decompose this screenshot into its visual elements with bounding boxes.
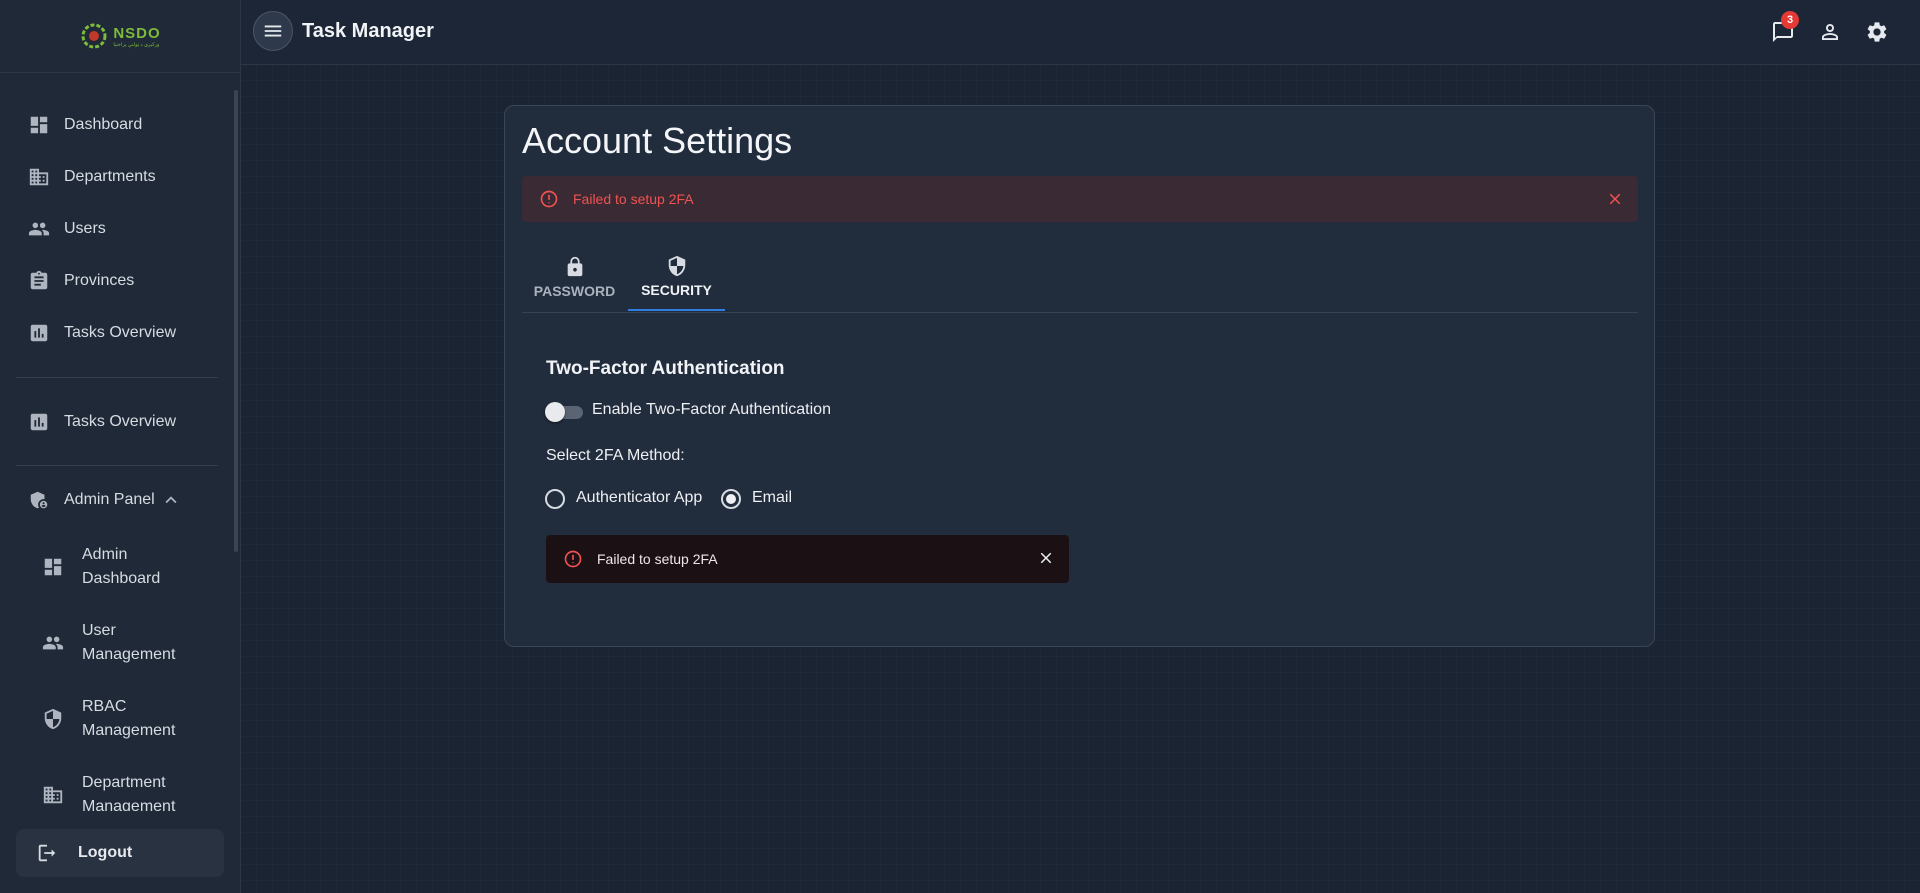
- menu-button[interactable]: [253, 11, 293, 51]
- logo-area: NSDO ورکیږي د ټولنې پراختیا: [0, 0, 240, 73]
- bar-chart-icon: [30, 324, 48, 342]
- sidebar-divider: [16, 377, 218, 378]
- profile-button[interactable]: [1818, 20, 1842, 44]
- sidebar-item-label: RBAC Management: [82, 698, 176, 739]
- radio-email[interactable]: [721, 489, 741, 509]
- error-alert-inline: Failed to setup 2FA: [546, 535, 1069, 583]
- sidebar-item-tasks-overview-secondary[interactable]: Tasks Overview: [16, 400, 220, 444]
- sidebar-item-users[interactable]: Users: [16, 207, 220, 251]
- dashboard-icon: [44, 558, 62, 576]
- admin-shield-icon: [30, 491, 48, 509]
- tab-label: PASSWORD: [533, 283, 616, 299]
- settings-button[interactable]: [1865, 20, 1889, 44]
- logo-icon: [81, 23, 107, 49]
- building-icon: [29, 168, 49, 186]
- hamburger-menu-icon: [264, 25, 282, 37]
- tab-security[interactable]: SECURITY: [628, 244, 725, 311]
- sidebar-item-label: User Management: [82, 622, 176, 663]
- shield-icon: [44, 708, 62, 730]
- sidebar-item-admin-dashboard[interactable]: Admin Dashboard: [42, 543, 232, 591]
- nav-scroll[interactable]: Dashboard Departments Users Provinces Ta…: [0, 73, 240, 811]
- building-icon: [43, 786, 63, 804]
- error-alert-message: Failed to setup 2FA: [597, 551, 718, 567]
- bar-chart-icon: [30, 413, 48, 431]
- sidebar-item-departments[interactable]: Departments: [16, 155, 220, 199]
- sidebar: NSDO ورکیږي د ټولنې پراختیا Dashboard De…: [0, 0, 241, 893]
- sidebar-item-rbac-management[interactable]: RBAC Management: [42, 695, 232, 743]
- account-settings-card: Account Settings Failed to setup 2FA PAS…: [504, 105, 1655, 647]
- sidebar-scrollbar[interactable]: [234, 90, 238, 552]
- sidebar-item-admin-panel[interactable]: Admin Panel: [16, 478, 220, 522]
- dashboard-icon: [30, 116, 48, 134]
- person-icon: [1822, 24, 1838, 40]
- error-alert-message: Failed to setup 2FA: [573, 191, 694, 207]
- close-icon: [1609, 193, 1621, 205]
- radio-label-authenticator-app[interactable]: Authenticator App: [576, 489, 702, 507]
- enable-2fa-label[interactable]: Enable Two-Factor Authentication: [592, 401, 831, 419]
- clipboard-icon: [30, 270, 48, 290]
- logo-text: NSDO: [113, 24, 161, 42]
- notifications-button[interactable]: 3: [1771, 11, 1799, 44]
- top-bar: Task Manager 3: [241, 0, 1920, 65]
- sidebar-item-label: Dashboard: [64, 116, 143, 133]
- error-icon: [540, 190, 558, 208]
- enable-2fa-toggle[interactable]: [545, 400, 585, 424]
- radio-authenticator-app[interactable]: [545, 489, 565, 509]
- sidebar-item-department-management[interactable]: Department Management: [42, 771, 232, 811]
- sidebar-item-label: Users: [64, 220, 106, 237]
- logo[interactable]: NSDO ورکیږي د ټولنې پراختیا: [79, 21, 160, 51]
- close-alert-button[interactable]: [1037, 549, 1055, 567]
- sidebar-item-provinces[interactable]: Provinces: [16, 259, 220, 303]
- app-title: Task Manager: [302, 20, 434, 42]
- close-icon: [1040, 552, 1052, 564]
- sidebar-item-label: Tasks Overview: [64, 324, 177, 341]
- sidebar-item-label: Provinces: [64, 272, 135, 289]
- settings-tabs: PASSWORD SECURITY: [522, 244, 1638, 313]
- sidebar-item-label: Tasks Overview: [64, 413, 177, 430]
- people-icon: [28, 222, 50, 236]
- logo-subtitle: ورکیږي د ټولنې پراختیا: [113, 41, 160, 48]
- error-icon: [564, 550, 582, 568]
- radio-label-email[interactable]: Email: [752, 489, 792, 507]
- close-alert-button[interactable]: [1606, 190, 1624, 208]
- sidebar-item-label: Departments: [64, 168, 156, 185]
- sidebar-divider: [16, 465, 218, 466]
- section-title: Two-Factor Authentication: [546, 358, 785, 379]
- sidebar-item-dashboard[interactable]: Dashboard: [16, 103, 220, 147]
- shield-icon: [668, 255, 685, 277]
- method-label: Select 2FA Method:: [546, 447, 685, 464]
- page-title: Account Settings: [522, 120, 793, 161]
- chevron-up-icon[interactable]: [160, 489, 182, 511]
- tab-label: SECURITY: [641, 282, 712, 298]
- sidebar-item-user-management[interactable]: User Management: [42, 619, 232, 667]
- lock-icon: [567, 256, 582, 277]
- sidebar-item-label: Admin Panel: [64, 491, 155, 508]
- sidebar-item-label: Department Management: [82, 774, 176, 811]
- tab-password[interactable]: PASSWORD: [522, 244, 627, 311]
- gear-icon: [1867, 22, 1887, 42]
- logout-label: Logout: [78, 844, 133, 861]
- notification-badge: 3: [1781, 11, 1799, 29]
- error-alert: Failed to setup 2FA: [522, 176, 1638, 222]
- logout-icon: [38, 844, 56, 862]
- sidebar-item-label: Admin Dashboard: [82, 546, 161, 587]
- sidebar-item-tasks-overview[interactable]: Tasks Overview: [16, 311, 220, 355]
- people-icon: [42, 636, 64, 650]
- logout-button[interactable]: Logout: [16, 829, 224, 877]
- toggle-thumb: [545, 402, 565, 422]
